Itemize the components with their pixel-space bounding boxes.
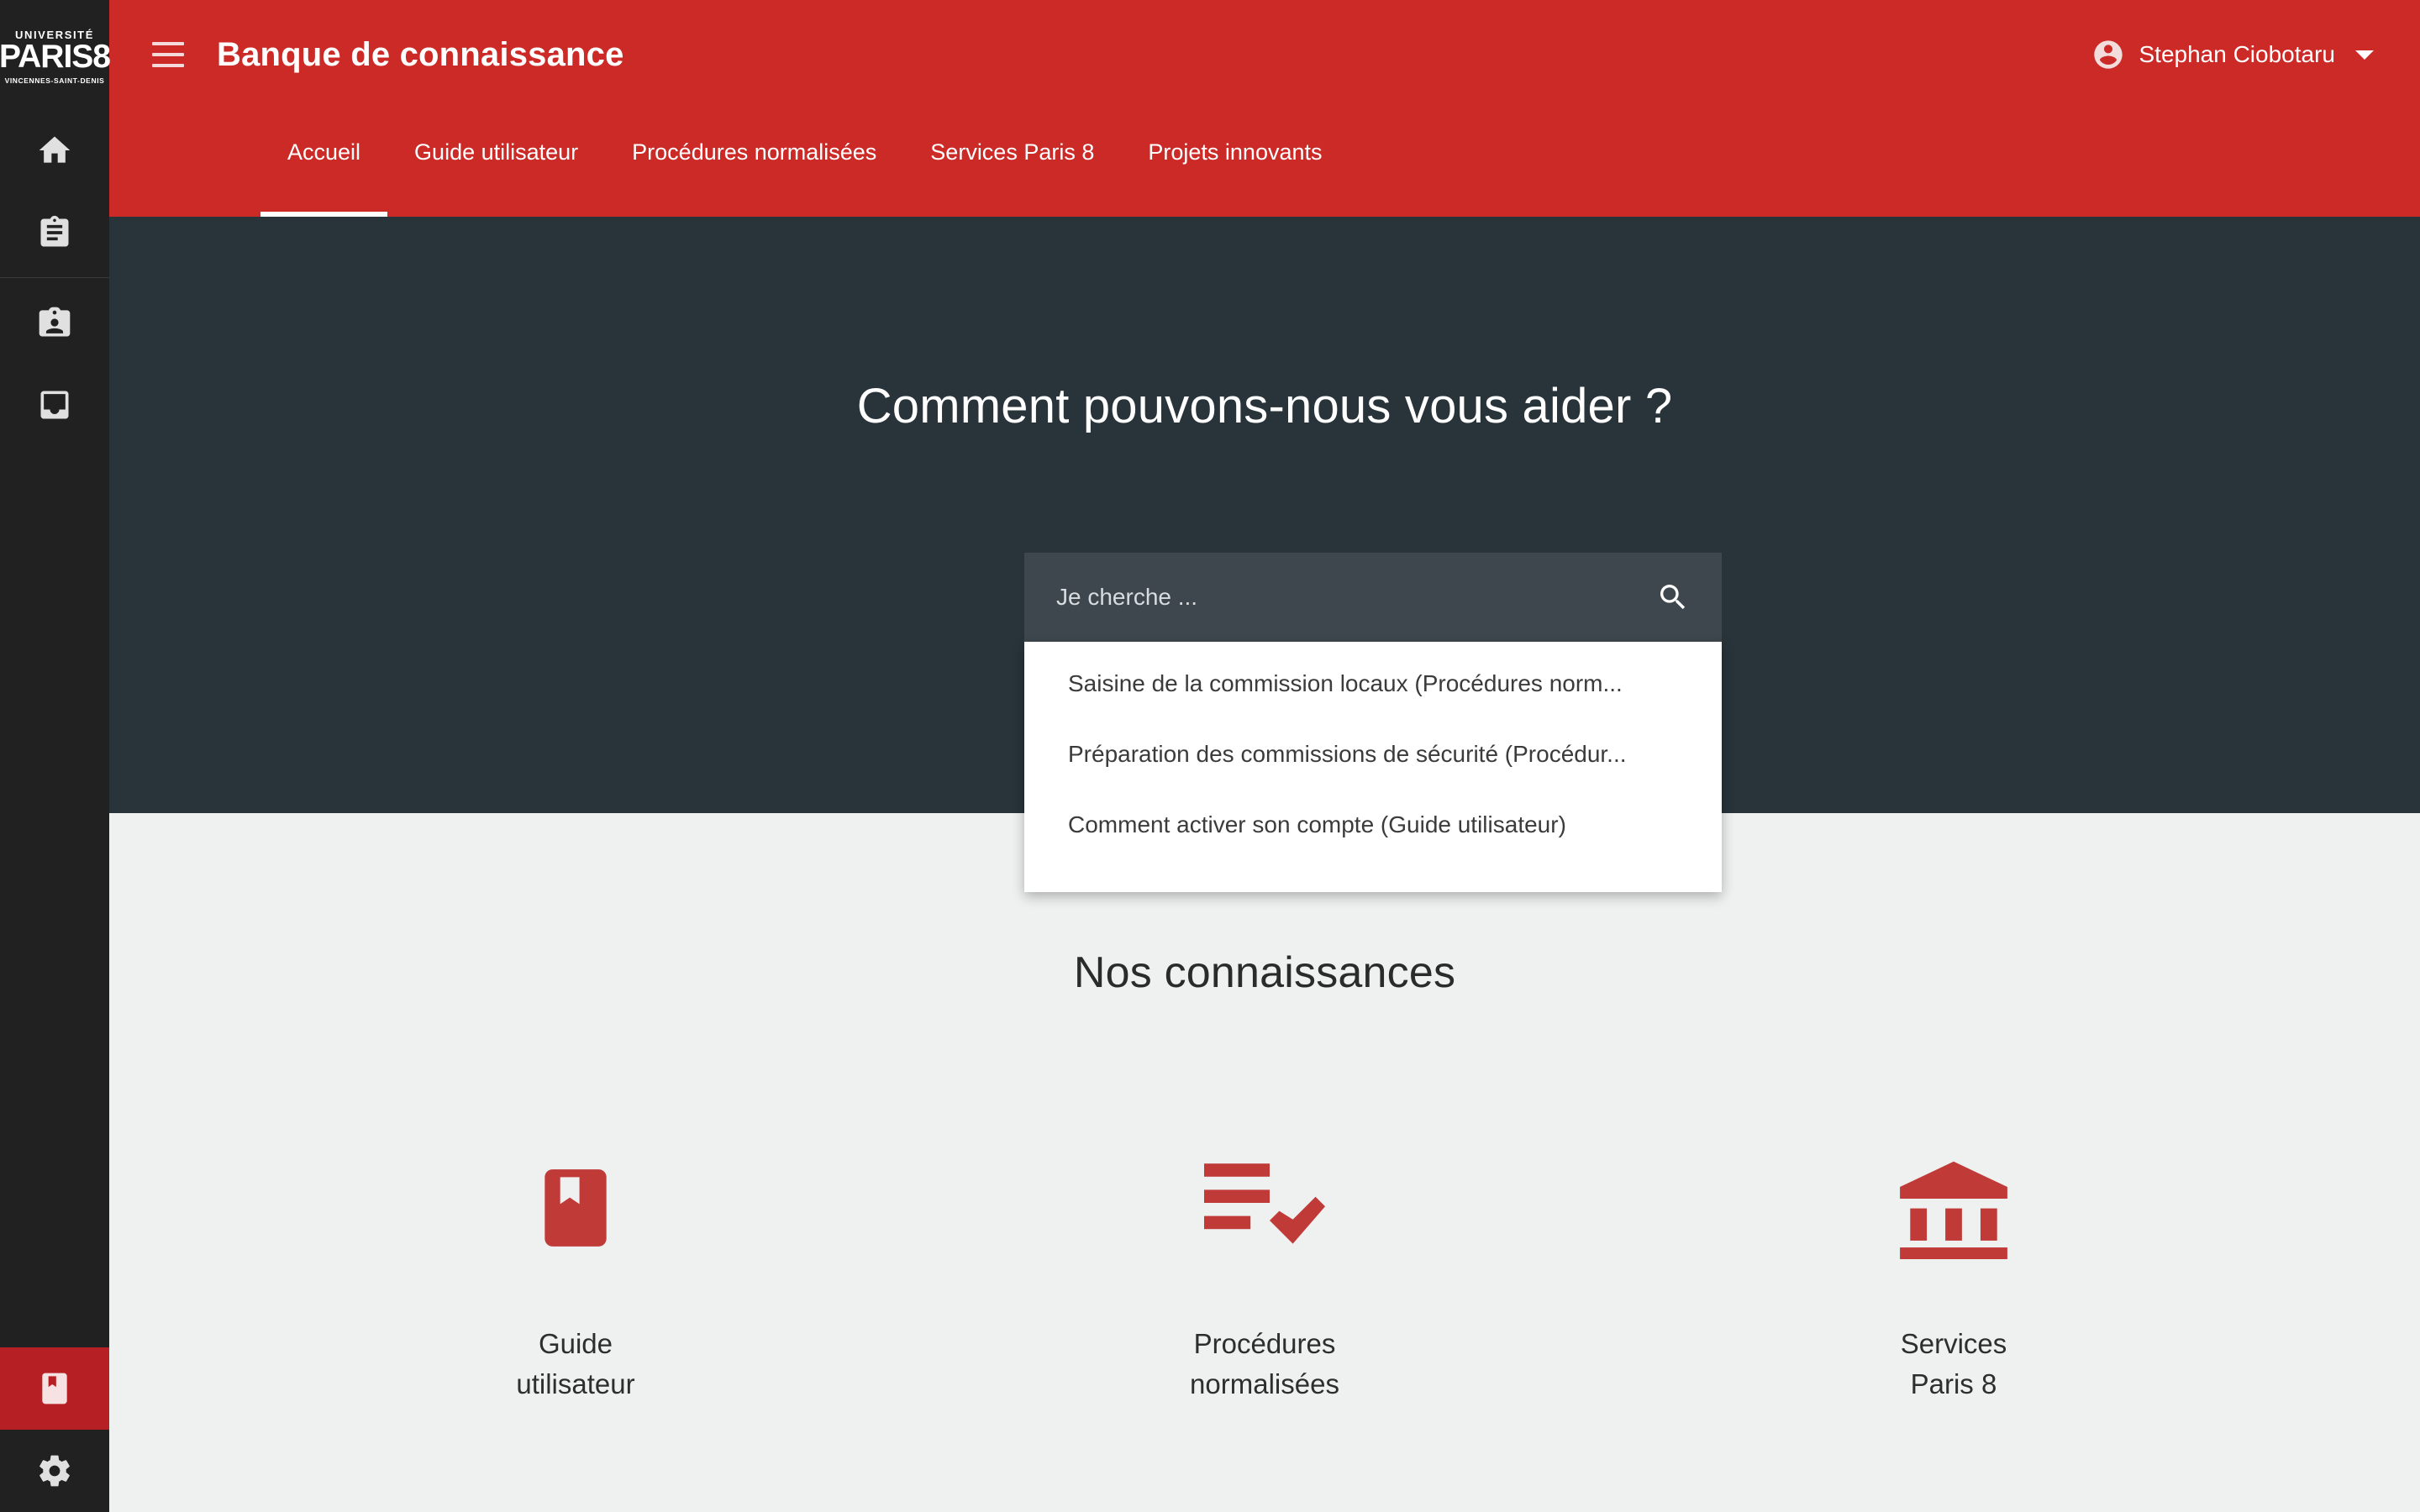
book-bookmark-icon: [544, 1169, 607, 1247]
account-balance-icon: [1900, 1161, 2007, 1259]
search-suggestion-item[interactable]: Saisine de la commission locaux (Procédu…: [1024, 648, 1722, 719]
tab-label: Guide utilisateur: [414, 139, 579, 165]
search-area: Saisine de la commission locaux (Procédu…: [1024, 553, 1722, 892]
rail-items-top: [0, 109, 109, 446]
rail-spacer: [0, 446, 109, 1347]
search-icon[interactable]: [1656, 580, 1690, 614]
home-icon: [39, 136, 71, 163]
search-suggestion-item[interactable]: Comment activer son compte (Guide utilis…: [1024, 790, 1722, 860]
app-root: UNIVERSITÉ PARIS8 VINCENNES-SAINT-DENIS: [0, 0, 2420, 1512]
tab-accueil[interactable]: Accueil: [260, 109, 388, 217]
university-logo[interactable]: UNIVERSITÉ PARIS8 VINCENNES-SAINT-DENIS: [0, 0, 111, 109]
hero-title: Comment pouvons-nous vous aider ?: [856, 379, 1673, 433]
tab-label: Accueil: [287, 139, 361, 165]
card-label: Guide utilisateur: [516, 1328, 635, 1399]
card-services-paris-8[interactable]: Services Paris 8: [1735, 1132, 2172, 1404]
chevron-down-icon: [2355, 50, 2374, 60]
tab-label: Projets innovants: [1148, 139, 1323, 165]
card-procedures-normalisees[interactable]: Procédures normalisées: [1046, 1132, 1483, 1404]
section-title: Nos connaissances: [1073, 948, 1456, 997]
book-bookmark-icon: [42, 1373, 67, 1404]
rail-item-assignment[interactable]: [0, 192, 109, 274]
inbox-icon: [40, 391, 69, 419]
tab-active-underline: [260, 212, 388, 217]
logo-line-vincennes: VINCENNES-SAINT-DENIS: [4, 76, 105, 86]
rail-item-inbox[interactable]: [0, 364, 109, 446]
tab-label: Procédures normalisées: [632, 139, 877, 165]
logo-line-paris8: PARIS8: [0, 39, 111, 76]
tab-label: Services Paris 8: [930, 139, 1095, 165]
rail-item-knowledge[interactable]: [0, 1347, 109, 1430]
card-label: Procédures normalisées: [1190, 1328, 1339, 1399]
card-icon-wrap: [1895, 1132, 2012, 1284]
left-rail: UNIVERSITÉ PARIS8 VINCENNES-SAINT-DENIS: [0, 0, 111, 1512]
user-menu[interactable]: Stephan Ciobotaru: [2091, 38, 2420, 71]
card-label: Services Paris 8: [1900, 1328, 2007, 1399]
search-input[interactable]: [1056, 584, 1656, 611]
playlist-check-icon: [1204, 1163, 1325, 1244]
rail-item-settings[interactable]: [0, 1430, 109, 1512]
tab-projets-innovants[interactable]: Projets innovants: [1121, 109, 1349, 217]
card-guide-utilisateur[interactable]: Guide utilisateur: [357, 1132, 794, 1404]
account-circle-icon: [2094, 40, 2123, 69]
tab-procedures-normalisees[interactable]: Procédures normalisées: [605, 109, 903, 217]
tab-guide-utilisateur[interactable]: Guide utilisateur: [387, 109, 605, 217]
card-icon-wrap: [529, 1132, 622, 1284]
search-suggestions: Saisine de la commission locaux (Procédu…: [1024, 642, 1722, 892]
rail-item-home[interactable]: [0, 109, 109, 192]
rail-items-bottom: [0, 1347, 109, 1512]
hamburger-icon[interactable]: [145, 31, 192, 78]
user-name-label: Stephan Ciobotaru: [2139, 41, 2335, 67]
gear-icon: [39, 1455, 70, 1487]
rail-item-badge[interactable]: [0, 281, 109, 364]
rail-divider: [0, 277, 109, 278]
app-header: Banque de connaissance Stephan Ciobotaru…: [109, 0, 2420, 217]
tab-services-paris-8[interactable]: Services Paris 8: [903, 109, 1121, 217]
search-suggestion-item[interactable]: Préparation des commissions de sécurité …: [1024, 719, 1722, 790]
header-primary-row: Banque de connaissance Stephan Ciobotaru: [109, 0, 2420, 109]
card-icon-wrap: [1202, 1132, 1328, 1284]
badge-icon: [39, 307, 71, 337]
assignment-icon: [40, 215, 69, 247]
page-title: Banque de connaissance: [217, 35, 624, 73]
main-nav: Accueil Guide utilisateur Procédures nor…: [109, 109, 2420, 217]
main-area: Banque de connaissance Stephan Ciobotaru…: [109, 0, 2420, 1512]
knowledge-cards: Guide utilisateur Procédures normalisées: [231, 1132, 2298, 1404]
content-section: Nos connaissances Guide utilisateur Proc…: [109, 813, 2420, 1512]
search-box[interactable]: [1024, 553, 1722, 642]
